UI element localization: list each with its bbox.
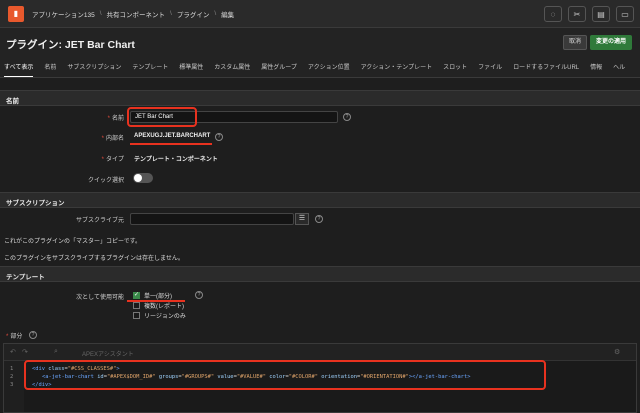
subscribe-from-input[interactable] — [130, 213, 294, 225]
title-bar: プラグイン: JET Bar Chart 取消 変更の適用 — [0, 28, 640, 58]
section-name-title: 名前 — [6, 98, 19, 105]
undo-icon[interactable]: ↶ — [10, 348, 16, 356]
tab-standard-attributes[interactable]: 標準属性 — [179, 58, 203, 77]
tab-name[interactable]: 名前 — [44, 58, 56, 77]
section-template-title: テンプレート — [6, 274, 45, 281]
help-icon[interactable]: ? — [29, 331, 37, 339]
breadcrumb-separator: \ — [170, 10, 172, 17]
tools-icon[interactable]: ✂ — [568, 6, 586, 22]
shared-components-icon[interactable]: ▤ — [592, 6, 610, 22]
required-marker: * — [6, 334, 9, 340]
help-icon[interactable]: ? — [195, 291, 203, 299]
tab-show-all[interactable]: すべて表示 — [4, 58, 34, 77]
section-subscription-title: サブスクリプション — [6, 200, 65, 207]
internal-name-value: APEXUGJ.JET.BARCHART — [134, 133, 211, 139]
tab-bar: すべて表示 名前 サブスクリプション テンプレート 標準属性 カスタム属性 属性… — [0, 58, 640, 78]
breadcrumb-app[interactable]: アプリケーション135 — [32, 9, 95, 19]
breadcrumb: アプリケーション135 \ 共有コンポーネント \ プラグイン \ 編集 — [32, 9, 234, 19]
breadcrumb-plugins[interactable]: プラグイン — [177, 9, 210, 19]
tab-custom-attributes[interactable]: カスタム属性 — [214, 58, 250, 77]
tab-slots[interactable]: スロット — [443, 58, 467, 77]
required-marker: * — [107, 116, 110, 122]
tab-template[interactable]: テンプレート — [132, 58, 168, 77]
app-logo-icon[interactable]: ▮ — [8, 5, 24, 22]
apply-changes-button[interactable]: 変更の適用 — [590, 35, 633, 50]
breadcrumb-shared[interactable]: 共有コンポーネント — [107, 9, 166, 19]
section-name-heading: 名前 — [0, 90, 640, 106]
settings-icon[interactable]: ⚙ — [614, 348, 620, 356]
option-single-checkbox[interactable] — [133, 291, 140, 299]
required-marker: * — [101, 136, 104, 142]
option-multiple-checkbox[interactable] — [133, 302, 140, 309]
line-number: 3 — [10, 382, 14, 388]
option-multiple-label: 複数(レポート) — [144, 304, 184, 310]
underline-internal-name — [130, 143, 212, 145]
tab-action-templates[interactable]: アクション・テンプレート — [361, 58, 433, 77]
type-label: * タイプ — [4, 154, 124, 163]
tab-file-urls[interactable]: ロードするファイルURL — [513, 58, 579, 77]
apex-assistant-button[interactable]: APEXアシスタント — [82, 349, 134, 358]
master-copy-note: これがこのプラグインの「マスター」コピーです。 — [4, 239, 142, 245]
section-template-heading: テンプレート — [0, 266, 640, 282]
available-as-label: 次として使用可能 — [76, 295, 124, 301]
breadcrumb-edit: 編集 — [221, 11, 235, 19]
tab-information[interactable]: 情報 — [590, 58, 602, 77]
breadcrumb-separator: \ — [214, 10, 217, 17]
required-marker: * — [101, 157, 104, 163]
highlight-name-box — [127, 107, 197, 127]
type-label-text: タイプ — [105, 157, 124, 163]
line-number: 2 — [10, 374, 14, 380]
editor-toolbar: ↶ ↷ ⌕ APEXアシスタント ⚙ — [4, 344, 636, 361]
internal-name-label-text: 内部名 — [105, 136, 124, 142]
internal-name-label: * 内部名 — [4, 133, 124, 142]
list-icon[interactable]: ☰ — [295, 213, 309, 225]
section-subscription-heading: サブスクリプション — [0, 192, 640, 208]
tab-help[interactable]: ヘル — [613, 58, 625, 77]
help-icon[interactable]: ? — [215, 133, 223, 141]
quick-pick-toggle[interactable] — [133, 173, 153, 183]
cancel-button[interactable]: 取消 — [563, 35, 588, 50]
help-icon[interactable]: ? — [343, 113, 351, 121]
tab-files[interactable]: ファイル — [478, 58, 502, 77]
option-region-only-label: リージョンのみ — [144, 314, 186, 320]
page-icon[interactable]: ▭ — [616, 6, 634, 22]
search-icon[interactable]: ⌕ — [54, 348, 58, 356]
help-icon[interactable]: ? — [315, 215, 323, 223]
tab-action-positions[interactable]: アクション位置 — [308, 58, 350, 77]
no-subscribers-note: このプラグインをサブスクライブするプラグインは存在しません。 — [4, 256, 184, 262]
option-region-only-checkbox[interactable] — [133, 312, 140, 319]
quick-pick-label: クイック選択 — [87, 178, 124, 184]
breadcrumb-separator: \ — [99, 10, 102, 17]
page-title: プラグイン: JET Bar Chart — [6, 39, 135, 51]
tab-attribute-groups[interactable]: 属性グループ — [261, 58, 297, 77]
option-single-label: 単一(部分) — [144, 294, 172, 300]
partial-label: * 部分 — [6, 331, 22, 340]
redo-icon[interactable]: ↷ — [22, 348, 28, 356]
line-number: 1 — [10, 366, 14, 372]
editor-gutter: 1 2 3 — [4, 361, 24, 412]
type-value: テンプレート・コンポーネント — [134, 157, 218, 163]
highlight-code-box — [24, 360, 546, 390]
name-label: * 名前 — [4, 113, 124, 122]
name-label-text: 名前 — [111, 116, 124, 122]
partial-label-text: 部分 — [10, 334, 23, 340]
chat-icon[interactable]: ◌ — [544, 6, 562, 22]
top-bar: ▮ アプリケーション135 \ 共有コンポーネント \ プラグイン \ 編集 ◌… — [0, 0, 640, 28]
subscribe-from-label: サブスクライブ元 — [75, 218, 124, 224]
tab-subscription[interactable]: サブスクリプション — [67, 58, 121, 77]
top-icons: ◌ ✂ ▤ ▭ — [544, 6, 634, 22]
